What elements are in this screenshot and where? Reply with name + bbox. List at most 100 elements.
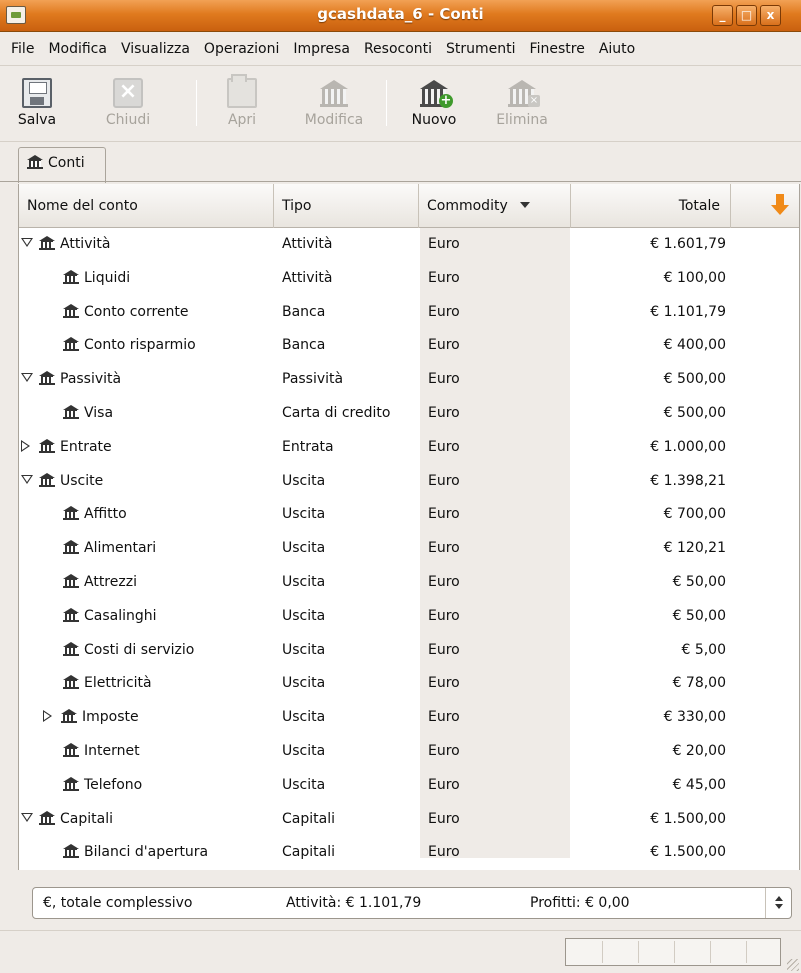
table-row[interactable]: Attrezzi Uscita Euro € 50,00 — [19, 566, 799, 600]
account-commodity: Euro — [428, 844, 460, 861]
account-name: Costi di servizio — [84, 641, 195, 658]
resize-grip-icon[interactable] — [787, 959, 799, 971]
account-commodity: Euro — [428, 236, 460, 252]
account-total: € 45,00 — [672, 776, 726, 793]
window-titlebar[interactable]: gcashdata_6 - Conti _ □ x — [0, 0, 801, 32]
menu-finestre[interactable]: Finestre — [523, 41, 592, 57]
menu-resoconti[interactable]: Resoconti — [357, 41, 439, 57]
save-button[interactable]: Salva — [8, 72, 66, 136]
tab-conti[interactable]: Conti — [18, 147, 106, 183]
delete-account-button[interactable]: × Elimina — [484, 72, 560, 136]
account-name: Uscite — [60, 472, 104, 489]
close-window-button[interactable]: x — [760, 5, 781, 26]
expander-open-icon[interactable] — [21, 238, 33, 248]
table-row[interactable]: Costi di servizio Uscita Euro € 5,00 — [19, 634, 799, 668]
table-row[interactable]: Conto risparmio Banca Euro € 400,00 — [19, 329, 799, 363]
close-label: Chiudi — [105, 112, 151, 128]
account-name-cell: Attività — [19, 228, 279, 262]
account-total: € 1.601,79 — [650, 236, 726, 252]
menu-modifica[interactable]: Modifica — [41, 41, 114, 57]
column-header-commodity[interactable]: Commodity — [419, 184, 571, 228]
account-name: Affitto — [84, 506, 127, 523]
column-selector-button[interactable] — [731, 184, 799, 228]
account-commodity: Euro — [428, 472, 460, 489]
close-button[interactable]: × Chiudi — [92, 72, 164, 136]
menu-visualizza[interactable]: Visualizza — [114, 41, 197, 57]
save-label: Salva — [17, 112, 57, 128]
table-row[interactable]: Alimentari Uscita Euro € 120,21 — [19, 532, 799, 566]
menu-bar: File Modifica Visualizza Operazioni Impr… — [0, 32, 801, 66]
table-row[interactable]: Elettricità Uscita Euro € 78,00 — [19, 667, 799, 701]
expander-open-icon[interactable] — [21, 474, 33, 485]
table-row[interactable]: Attività Attività Euro € 1.601,79 — [19, 228, 799, 262]
table-row[interactable]: Internet Uscita Euro € 20,00 — [19, 735, 799, 769]
expander-open-icon[interactable] — [21, 373, 33, 383]
account-name: Conto corrente — [84, 303, 189, 320]
table-row[interactable]: Conto corrente Banca Euro € 1.101,79 — [19, 296, 799, 330]
column-header-total[interactable]: Totale — [571, 184, 731, 228]
expander-closed-icon[interactable] — [21, 439, 31, 452]
column-header-type[interactable]: Tipo — [274, 184, 419, 228]
delete-label: Elimina — [496, 112, 548, 128]
account-total: € 120,21 — [663, 540, 726, 557]
account-total: € 330,00 — [663, 709, 726, 726]
bank-icon — [39, 371, 55, 386]
table-row[interactable]: Imposte Uscita Euro € 330,00 — [19, 701, 799, 735]
account-name-cell: Visa — [19, 397, 279, 431]
menu-operazioni[interactable]: Operazioni — [197, 41, 286, 57]
account-name: Alimentari — [84, 540, 157, 557]
menu-impresa[interactable]: Impresa — [286, 41, 357, 57]
account-name-cell: Elettricità — [19, 667, 279, 701]
bank-icon — [27, 155, 43, 169]
progress-bar — [565, 938, 781, 966]
folder-open-icon — [227, 74, 257, 108]
toolbar: Salva × Chiudi Apri Modifica + Nuovo × E… — [0, 66, 801, 142]
new-label: Nuovo — [411, 112, 457, 128]
table-row[interactable]: Affitto Uscita Euro € 700,00 — [19, 498, 799, 532]
column-chooser-arrow-icon — [771, 194, 789, 218]
table-row[interactable]: Capitali Capitali Euro € 1.500,00 — [19, 803, 799, 837]
summary-spinner-icon[interactable] — [765, 888, 791, 918]
expander-open-icon[interactable] — [21, 812, 33, 823]
menu-strumenti[interactable]: Strumenti — [439, 41, 523, 57]
bank-icon — [63, 742, 79, 757]
account-total: € 20,00 — [672, 742, 726, 759]
account-type: Capitali — [282, 844, 335, 861]
table-row[interactable]: Entrate Entrata Euro € 1.000,00 — [19, 431, 799, 465]
account-commodity: Euro — [428, 776, 460, 793]
table-row[interactable]: Telefono Uscita Euro € 45,00 — [19, 769, 799, 803]
expander-closed-icon[interactable] — [43, 710, 53, 723]
table-row[interactable]: Bilanci d'apertura Capitali Euro € 1.500,00 — [19, 836, 799, 870]
open-button[interactable]: Apri — [214, 72, 270, 136]
edit-label: Modifica — [304, 112, 364, 128]
bank-icon — [63, 607, 79, 622]
minimize-button[interactable]: _ — [712, 5, 733, 26]
summary-bar[interactable]: €, totale complessivo Attività: € 1.101,… — [32, 887, 792, 919]
menu-file[interactable]: File — [4, 41, 41, 57]
account-total: € 100,00 — [663, 269, 726, 286]
account-type: Uscita — [282, 506, 326, 523]
floppy-disk-icon — [22, 78, 52, 108]
table-row[interactable]: Visa Carta di credito Euro € 500,00 — [19, 397, 799, 431]
toolbar-separator — [386, 80, 387, 126]
menu-aiuto[interactable]: Aiuto — [592, 41, 642, 57]
account-tree[interactable]: Nome del conto Tipo Commodity Totale Att… — [18, 184, 800, 870]
bank-icon — [39, 472, 55, 487]
table-row[interactable]: Casalinghi Uscita Euro € 50,00 — [19, 600, 799, 634]
account-name: Attività — [60, 236, 111, 252]
account-commodity: Euro — [428, 709, 460, 726]
account-name-cell: Capitali — [19, 803, 279, 837]
table-row[interactable]: Uscite Uscita Euro € 1.398,21 — [19, 465, 799, 499]
table-row[interactable]: Passività Passività Euro € 500,00 — [19, 363, 799, 397]
column-header-name[interactable]: Nome del conto — [19, 184, 274, 228]
account-rows: Attività Attività Euro € 1.601,79 Liquidi Att… — [19, 228, 799, 870]
table-row[interactable]: Liquidi Attività Euro € 100,00 — [19, 262, 799, 296]
new-account-button[interactable]: + Nuovo — [402, 72, 466, 136]
bank-icon — [39, 810, 55, 825]
maximize-button[interactable]: □ — [736, 5, 757, 26]
account-type: Passività — [282, 371, 344, 388]
account-total: € 1.000,00 — [650, 438, 726, 455]
account-type: Capitali — [282, 810, 335, 827]
edit-account-button[interactable]: Modifica — [294, 72, 374, 136]
account-name-cell: Conto corrente — [19, 296, 279, 330]
